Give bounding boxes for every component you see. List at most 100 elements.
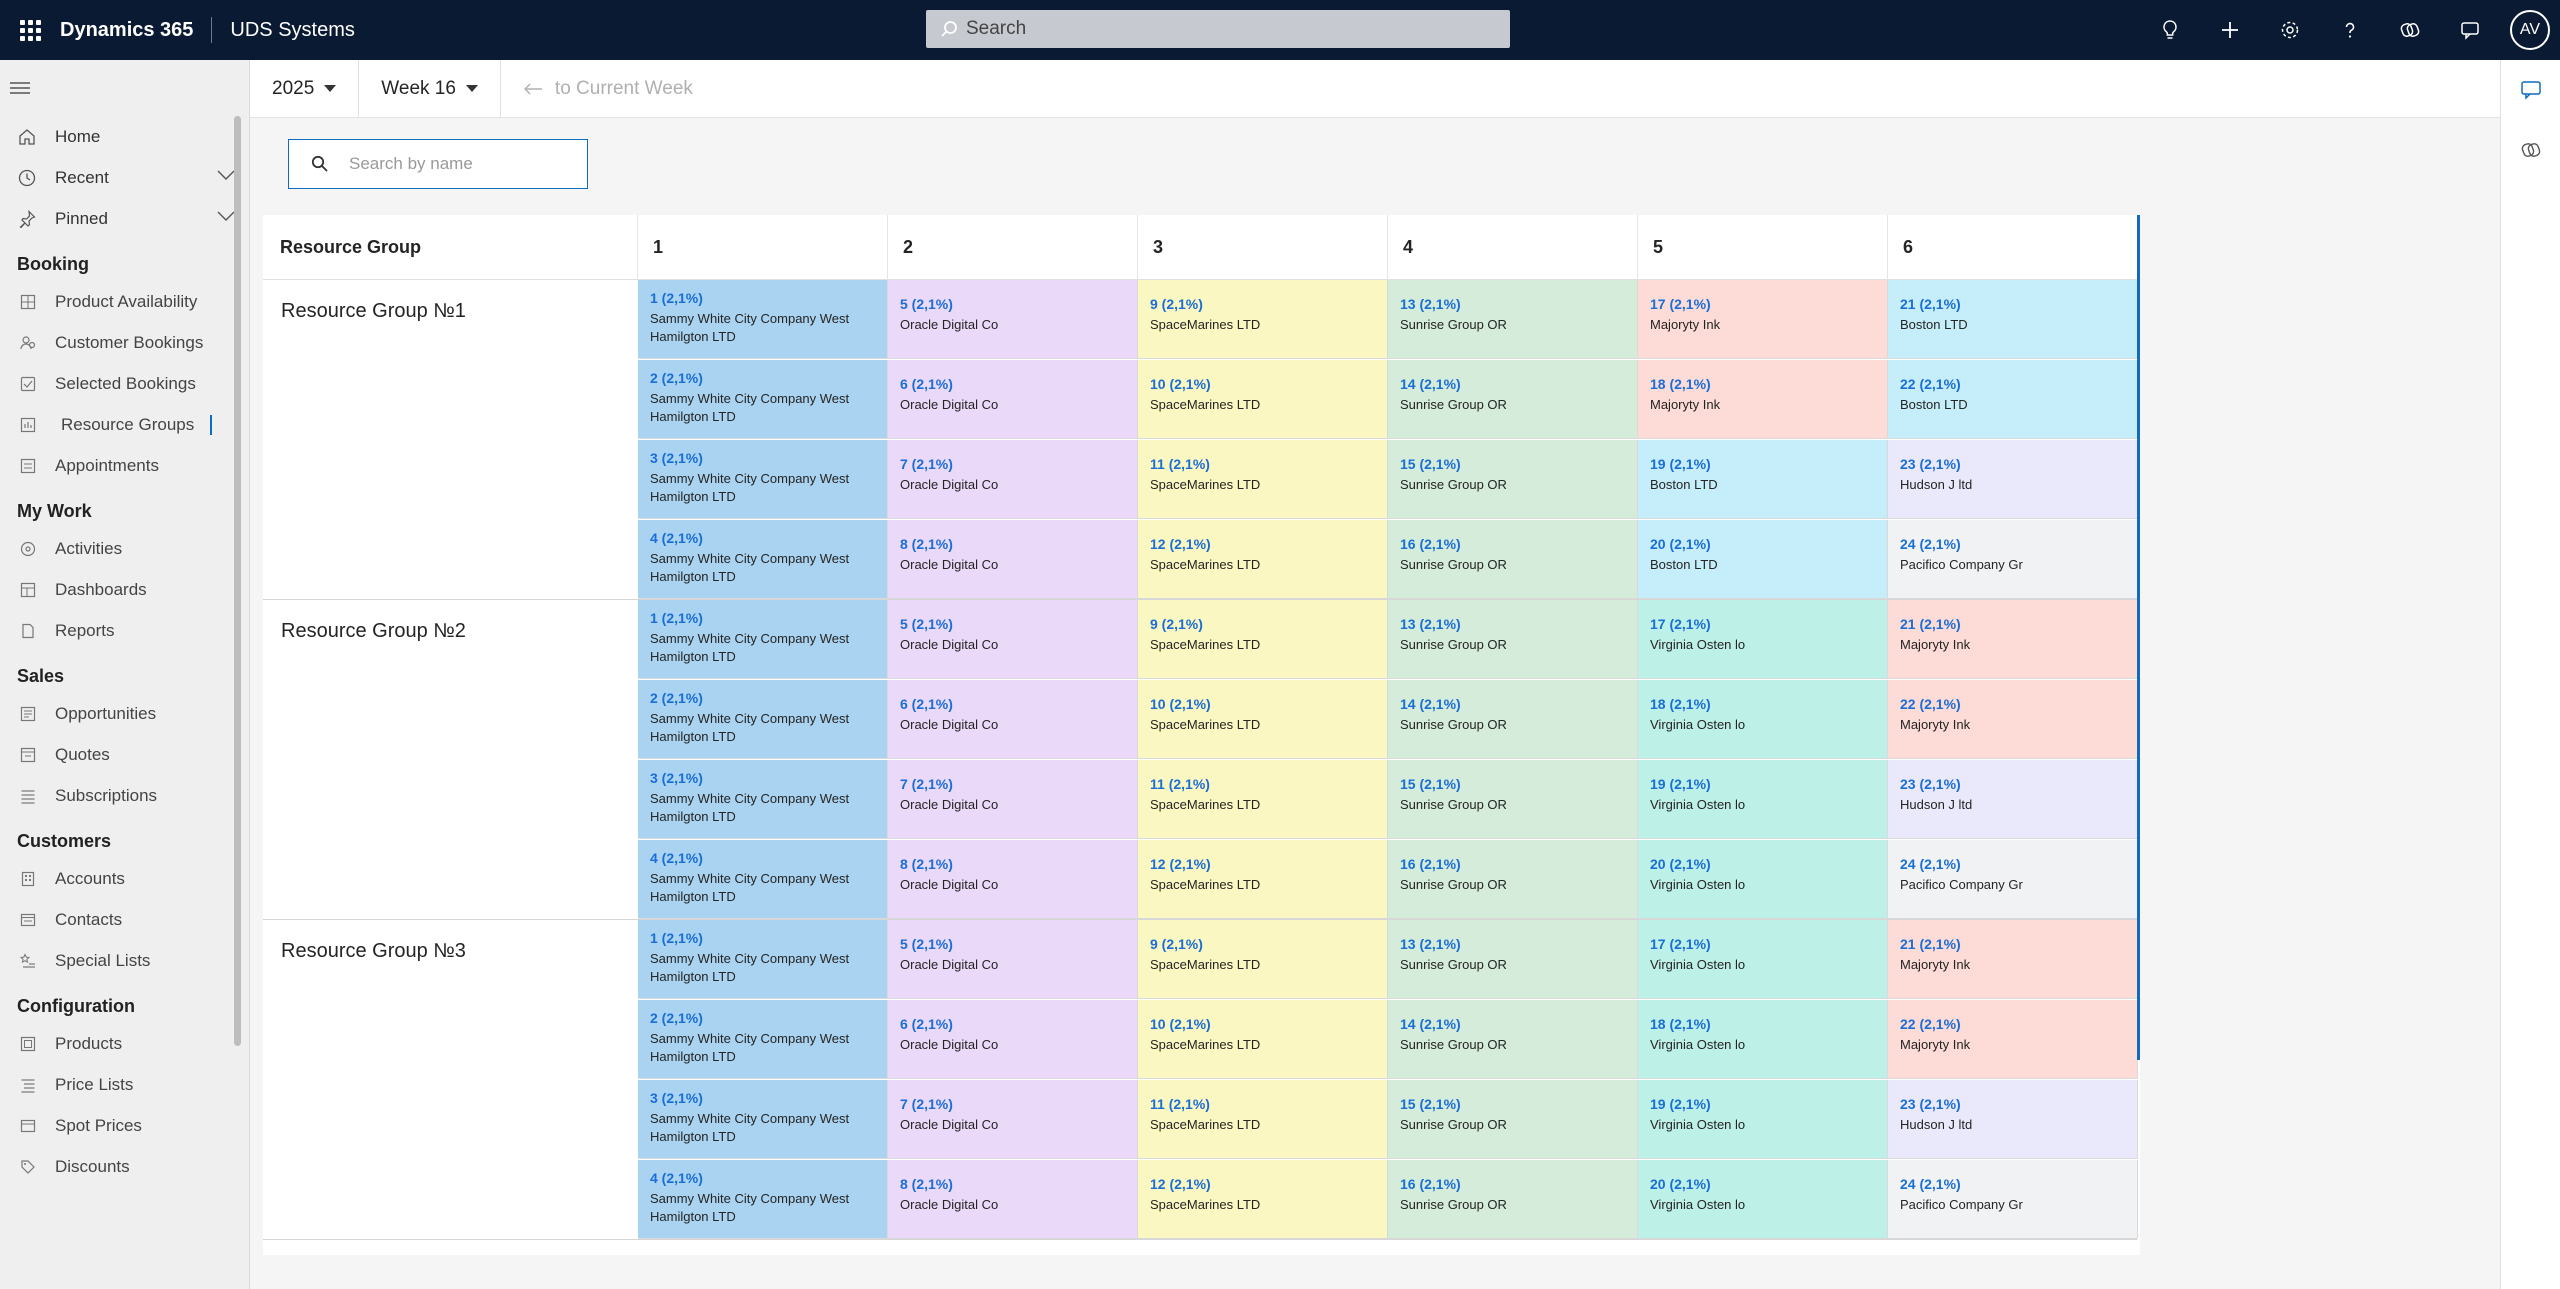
booking-count-link[interactable]: 4 (2,1%)	[650, 850, 875, 866]
board-scrollbar[interactable]	[2137, 215, 2140, 1060]
booking-cell[interactable]: 3 (2,1%) Sammy White City Company West Ha…	[638, 1080, 888, 1159]
booking-cell[interactable]: 8 (2,1%) Oracle Digital Co	[888, 1160, 1138, 1239]
chevron-down-icon[interactable]	[217, 210, 235, 222]
booking-cell[interactable]: 17 (2,1%) Virginia Osten lo	[1638, 600, 1888, 679]
booking-count-link[interactable]: 13 (2,1%)	[1400, 616, 1625, 632]
resource-group-title[interactable]: Resource Group №1	[281, 300, 466, 323]
column-header-4[interactable]: 4	[1388, 215, 1638, 280]
column-header-5[interactable]: 5	[1638, 215, 1888, 280]
booking-cell[interactable]: 21 (2,1%) Majoryty Ink	[1888, 600, 2138, 679]
booking-cell[interactable]: 23 (2,1%) Hudson J ltd	[1888, 760, 2138, 839]
user-avatar[interactable]: AV	[2510, 10, 2550, 50]
booking-cell[interactable]: 17 (2,1%) Majoryty Ink	[1638, 280, 1888, 359]
booking-cell[interactable]: 3 (2,1%) Sammy White City Company West Ha…	[638, 760, 888, 839]
resource-group-title[interactable]: Resource Group №3	[281, 940, 466, 963]
chevron-down-icon[interactable]	[217, 169, 235, 181]
booking-count-link[interactable]: 5 (2,1%)	[900, 936, 1125, 952]
booking-count-link[interactable]: 1 (2,1%)	[650, 930, 875, 946]
booking-count-link[interactable]: 10 (2,1%)	[1150, 696, 1375, 712]
booking-cell[interactable]: 1 (2,1%) Sammy White City Company West Ha…	[638, 280, 888, 359]
booking-cell[interactable]: 22 (2,1%) Boston LTD	[1888, 360, 2138, 439]
booking-count-link[interactable]: 12 (2,1%)	[1150, 1176, 1375, 1192]
booking-count-link[interactable]: 24 (2,1%)	[1900, 536, 2125, 552]
hamburger-menu-button[interactable]	[0, 60, 249, 116]
booking-count-link[interactable]: 6 (2,1%)	[900, 376, 1125, 392]
booking-count-link[interactable]: 5 (2,1%)	[900, 616, 1125, 632]
booking-count-link[interactable]: 6 (2,1%)	[900, 1016, 1125, 1032]
copilot-panel-icon[interactable]	[2501, 120, 2560, 180]
booking-count-link[interactable]: 21 (2,1%)	[1900, 296, 2125, 312]
booking-cell[interactable]: 13 (2,1%) Sunrise Group OR	[1388, 280, 1638, 359]
booking-count-link[interactable]: 9 (2,1%)	[1150, 296, 1375, 312]
booking-cell[interactable]: 8 (2,1%) Oracle Digital Co	[888, 840, 1138, 919]
sidebar-item-pinned[interactable]: Pinned	[0, 198, 249, 239]
booking-cell[interactable]: 10 (2,1%) SpaceMarines LTD	[1138, 1000, 1388, 1079]
booking-count-link[interactable]: 12 (2,1%)	[1150, 536, 1375, 552]
booking-count-link[interactable]: 11 (2,1%)	[1150, 776, 1375, 792]
booking-cell[interactable]: 12 (2,1%) SpaceMarines LTD	[1138, 520, 1388, 599]
booking-cell[interactable]: 12 (2,1%) SpaceMarines LTD	[1138, 1160, 1388, 1239]
booking-count-link[interactable]: 7 (2,1%)	[900, 776, 1125, 792]
booking-cell[interactable]: 16 (2,1%) Sunrise Group OR	[1388, 840, 1638, 919]
booking-count-link[interactable]: 23 (2,1%)	[1900, 456, 2125, 472]
sidebar-item-contacts[interactable]: Contacts	[0, 899, 249, 940]
booking-count-link[interactable]: 14 (2,1%)	[1400, 376, 1625, 392]
booking-count-link[interactable]: 16 (2,1%)	[1400, 536, 1625, 552]
booking-count-link[interactable]: 8 (2,1%)	[900, 1176, 1125, 1192]
booking-cell[interactable]: 10 (2,1%) SpaceMarines LTD	[1138, 680, 1388, 759]
sidebar-scrollbar[interactable]	[234, 116, 241, 1046]
booking-count-link[interactable]: 4 (2,1%)	[650, 1170, 875, 1186]
booking-count-link[interactable]: 5 (2,1%)	[900, 296, 1125, 312]
booking-count-link[interactable]: 15 (2,1%)	[1400, 456, 1625, 472]
booking-count-link[interactable]: 10 (2,1%)	[1150, 1016, 1375, 1032]
booking-cell[interactable]: 15 (2,1%) Sunrise Group OR	[1388, 760, 1638, 839]
booking-cell[interactable]: 17 (2,1%) Virginia Osten lo	[1638, 920, 1888, 999]
booking-count-link[interactable]: 8 (2,1%)	[900, 856, 1125, 872]
plus-icon[interactable]	[2200, 0, 2260, 60]
app-launcher-icon[interactable]	[0, 0, 60, 60]
sidebar-item-price-lists[interactable]: Price Lists	[0, 1064, 249, 1105]
booking-cell[interactable]: 16 (2,1%) Sunrise Group OR	[1388, 520, 1638, 599]
booking-cell[interactable]: 19 (2,1%) Boston LTD	[1638, 440, 1888, 519]
booking-count-link[interactable]: 12 (2,1%)	[1150, 856, 1375, 872]
booking-cell[interactable]: 12 (2,1%) SpaceMarines LTD	[1138, 840, 1388, 919]
week-selector[interactable]: Week 16	[359, 59, 501, 118]
booking-cell[interactable]: 22 (2,1%) Majoryty Ink	[1888, 680, 2138, 759]
lightbulb-icon[interactable]	[2140, 0, 2200, 60]
booking-cell[interactable]: 24 (2,1%) Pacifico Company Gr	[1888, 840, 2138, 919]
booking-count-link[interactable]: 19 (2,1%)	[1650, 1096, 1875, 1112]
booking-count-link[interactable]: 17 (2,1%)	[1650, 296, 1875, 312]
booking-cell[interactable]: 7 (2,1%) Oracle Digital Co	[888, 440, 1138, 519]
booking-count-link[interactable]: 18 (2,1%)	[1650, 696, 1875, 712]
booking-cell[interactable]: 20 (2,1%) Boston LTD	[1638, 520, 1888, 599]
sidebar-item-subscriptions[interactable]: Subscriptions	[0, 775, 249, 816]
booking-cell[interactable]: 5 (2,1%) Oracle Digital Co	[888, 280, 1138, 359]
app-name[interactable]: UDS Systems	[212, 19, 354, 42]
booking-cell[interactable]: 23 (2,1%) Hudson J ltd	[1888, 1080, 2138, 1159]
booking-count-link[interactable]: 9 (2,1%)	[1150, 936, 1375, 952]
booking-count-link[interactable]: 24 (2,1%)	[1900, 856, 2125, 872]
booking-cell[interactable]: 11 (2,1%) SpaceMarines LTD	[1138, 760, 1388, 839]
booking-count-link[interactable]: 16 (2,1%)	[1400, 856, 1625, 872]
booking-cell[interactable]: 4 (2,1%) Sammy White City Company West Ha…	[638, 1160, 888, 1239]
booking-cell[interactable]: 20 (2,1%) Virginia Osten lo	[1638, 840, 1888, 919]
booking-cell[interactable]: 4 (2,1%) Sammy White City Company West Ha…	[638, 520, 888, 599]
booking-cell[interactable]: 5 (2,1%) Oracle Digital Co	[888, 920, 1138, 999]
booking-count-link[interactable]: 15 (2,1%)	[1400, 776, 1625, 792]
booking-count-link[interactable]: 14 (2,1%)	[1400, 696, 1625, 712]
sidebar-item-dashboards[interactable]: Dashboards	[0, 569, 249, 610]
booking-cell[interactable]: 18 (2,1%) Virginia Osten lo	[1638, 680, 1888, 759]
chat-panel-icon[interactable]	[2501, 60, 2560, 120]
booking-count-link[interactable]: 19 (2,1%)	[1650, 456, 1875, 472]
booking-count-link[interactable]: 3 (2,1%)	[650, 450, 875, 466]
booking-cell[interactable]: 22 (2,1%) Majoryty Ink	[1888, 1000, 2138, 1079]
booking-count-link[interactable]: 3 (2,1%)	[650, 770, 875, 786]
booking-cell[interactable]: 9 (2,1%) SpaceMarines LTD	[1138, 920, 1388, 999]
booking-count-link[interactable]: 6 (2,1%)	[900, 696, 1125, 712]
booking-count-link[interactable]: 8 (2,1%)	[900, 536, 1125, 552]
booking-count-link[interactable]: 11 (2,1%)	[1150, 1096, 1375, 1112]
booking-count-link[interactable]: 10 (2,1%)	[1150, 376, 1375, 392]
booking-cell[interactable]: 4 (2,1%) Sammy White City Company West Ha…	[638, 840, 888, 919]
booking-cell[interactable]: 2 (2,1%) Sammy White City Company West Ha…	[638, 360, 888, 439]
booking-count-link[interactable]: 20 (2,1%)	[1650, 536, 1875, 552]
